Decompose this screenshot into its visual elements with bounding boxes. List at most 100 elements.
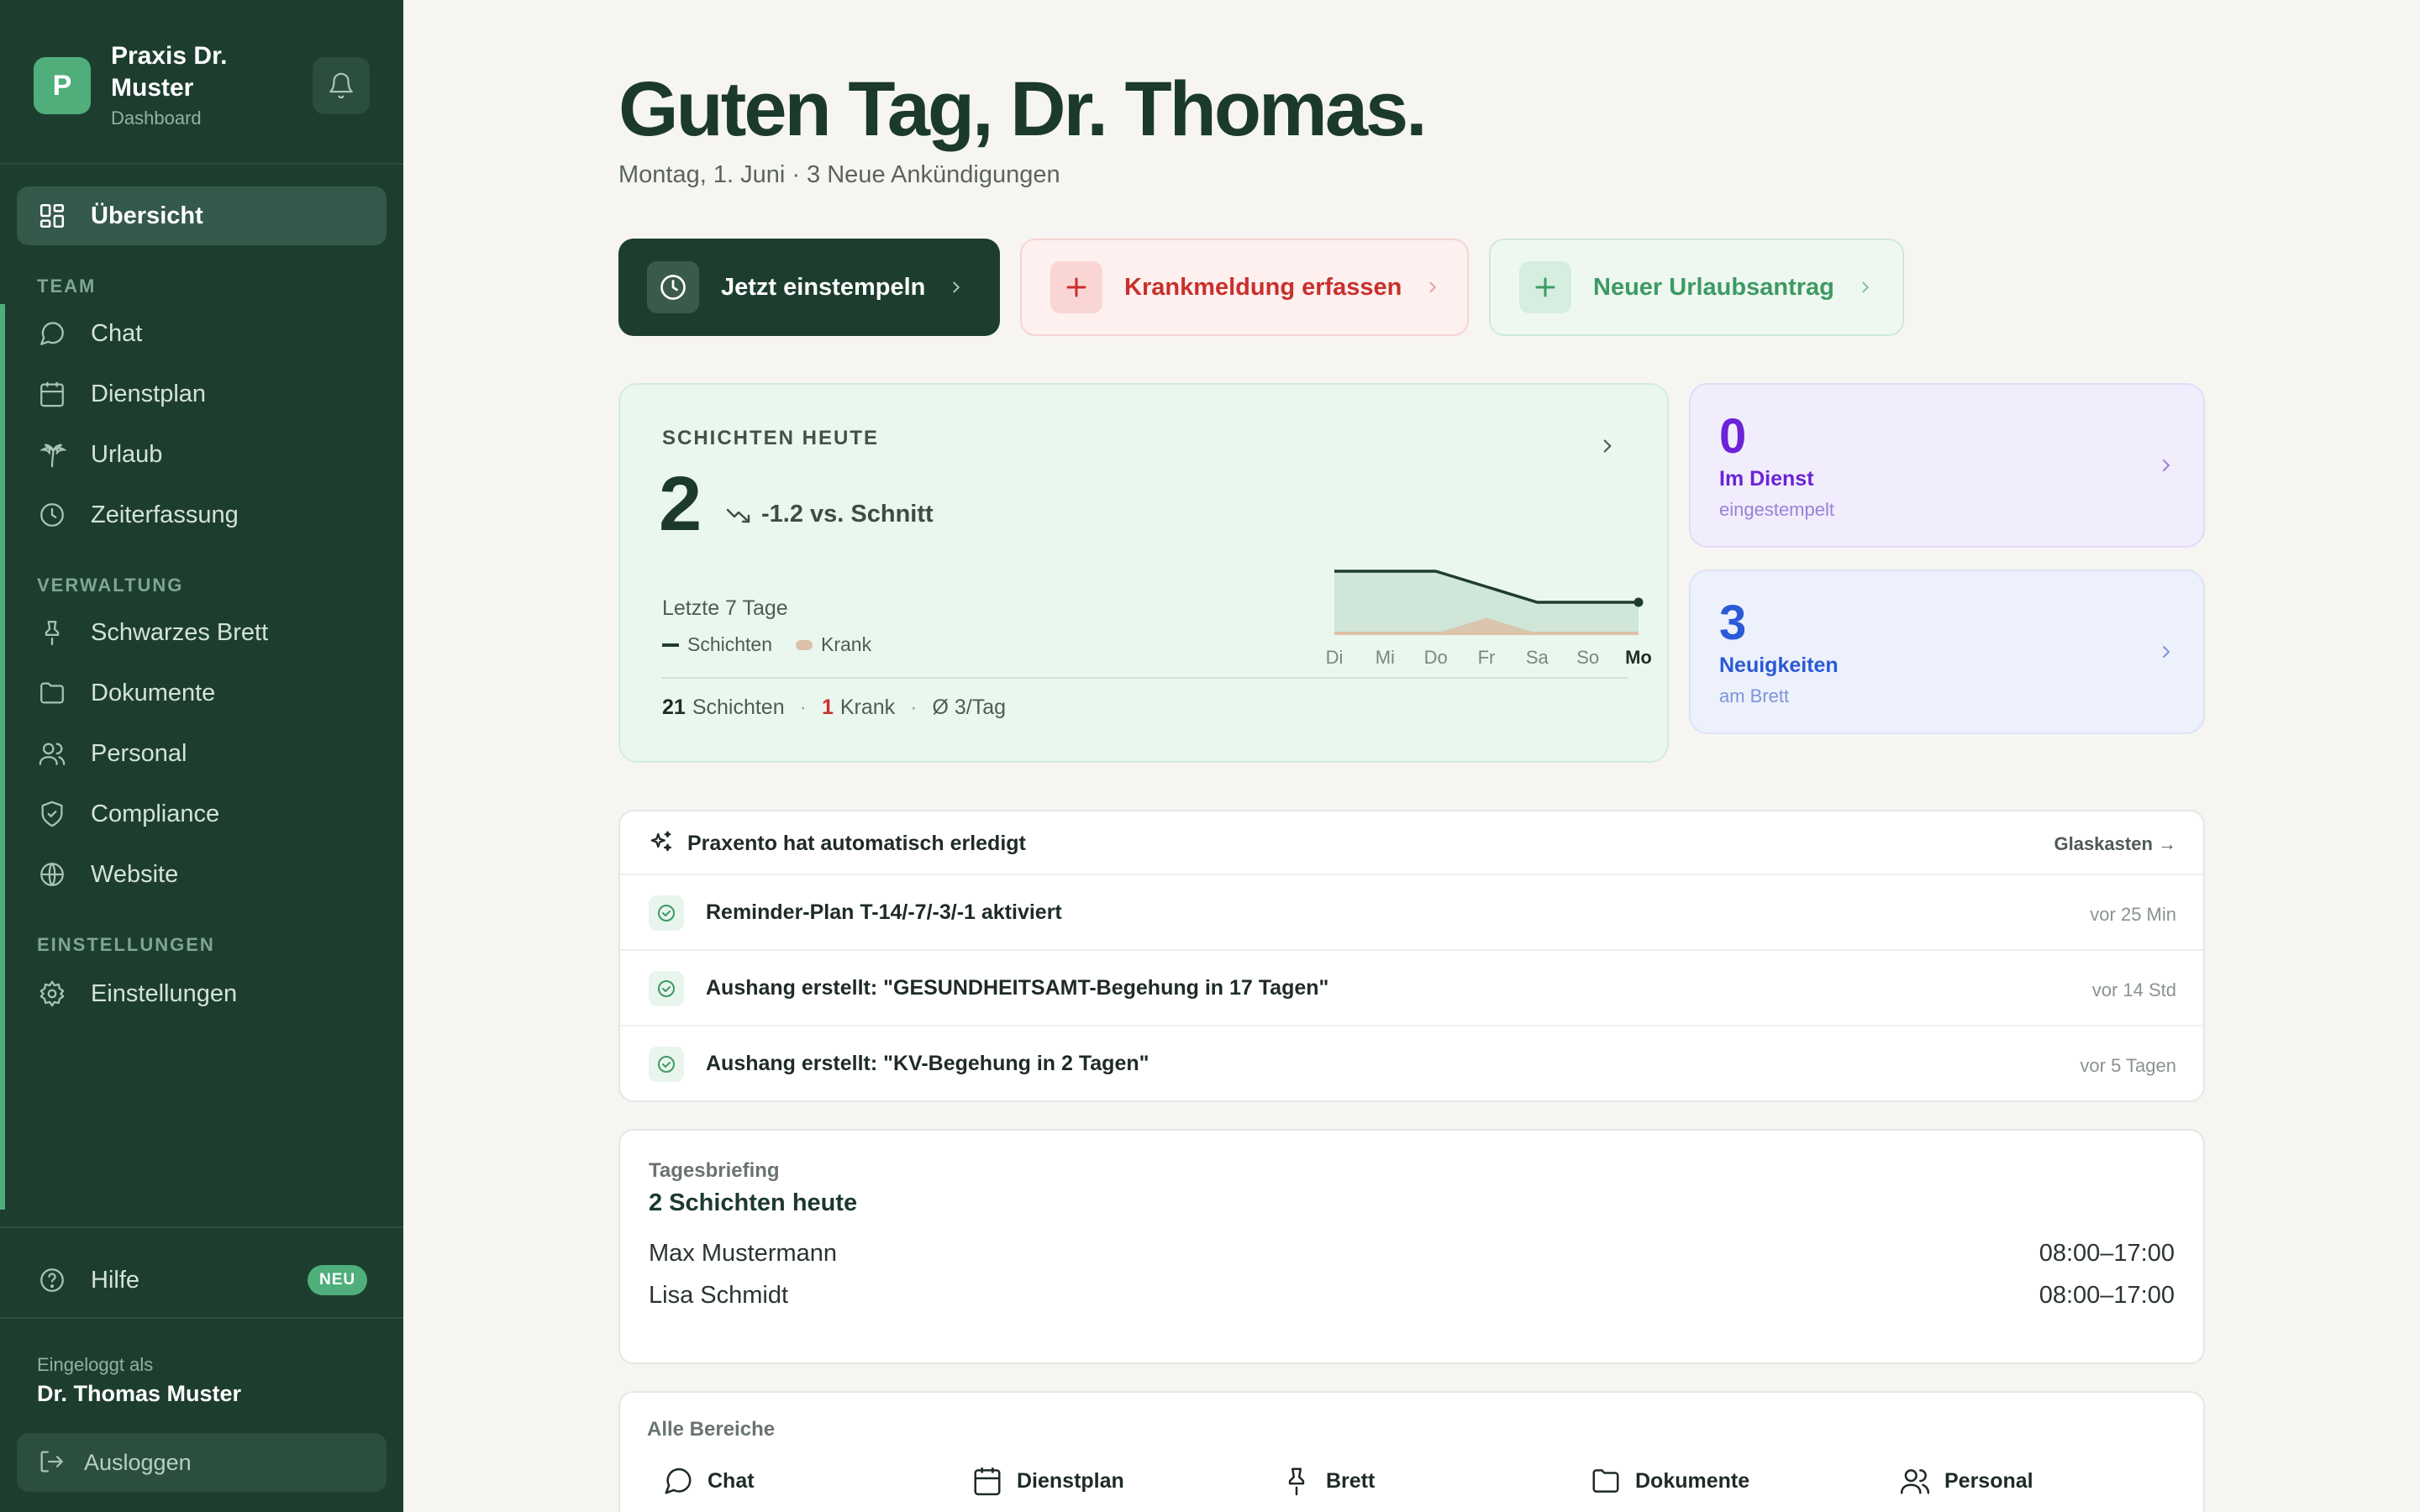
notifications-button[interactable] [313, 57, 370, 114]
areas-label: Alle Bereiche [647, 1418, 776, 1441]
automation-row[interactable]: Reminder-Plan T-14/-7/-3/-1 aktiviert vo… [620, 875, 2203, 951]
area-link-chat[interactable]: Chat [662, 1465, 755, 1497]
summary-shifts-count: 21 [662, 696, 686, 719]
sidebar-item-label: Urlaub [91, 440, 163, 468]
logged-in-label: Eingeloggt als [37, 1354, 154, 1375]
practice-subtitle: Dashboard [111, 108, 202, 129]
logout-button[interactable]: Ausloggen [17, 1433, 387, 1492]
briefing-title: 2 Schichten heute [649, 1189, 858, 1216]
x-tick-label: Sa [1526, 647, 1549, 668]
chat-bubble-icon [662, 1465, 708, 1497]
sidebar-item-uebersicht[interactable]: Übersicht [17, 186, 387, 245]
automation-row-time: vor 5 Tagen [2080, 1055, 2176, 1076]
area-label: Dokumente [1635, 1468, 1750, 1493]
summary-sick-label: Krank [839, 696, 896, 719]
check-circle-icon [649, 971, 684, 1006]
sidebar-item-urlaub[interactable]: Urlaub [17, 425, 387, 484]
automation-row-time: vor 14 Std [2091, 979, 2176, 1000]
clock-in-button[interactable]: Jetzt einstempeln [618, 239, 1000, 336]
legend-swatch-sick [796, 639, 813, 650]
automation-row[interactable]: Aushang erstellt: "GESUNDHEITSAMT-Begehu… [620, 951, 2203, 1026]
briefing-shift-row: Max Mustermann 08:00–17:00 [649, 1240, 2175, 1268]
sidebar-item-compliance[interactable]: Compliance [17, 785, 387, 843]
automation-row[interactable]: Aushang erstellt: "KV-Begehung in 2 Tage… [620, 1026, 2203, 1102]
logout-icon [37, 1447, 67, 1478]
news-count: 3 [1719, 596, 1747, 650]
sidebar-item-chat[interactable]: Chat [17, 304, 387, 363]
area-link-dokumente[interactable]: Dokumente [1590, 1465, 1749, 1497]
chart-legend: Schichten Krank [662, 633, 871, 656]
vacation-request-button[interactable]: Neuer Urlaubsantrag [1489, 239, 1904, 336]
x-tick-label: So [1576, 647, 1599, 668]
card-title: SCHICHTEN HEUTE [662, 427, 880, 449]
separator-dot: · [799, 696, 807, 719]
shifts-today-card[interactable]: SCHICHTEN HEUTE 2 -1.2 vs. Schnitt Letzt… [618, 383, 1669, 763]
staff-name: Lisa Schmidt [649, 1282, 789, 1309]
x-tick-label: Di [1326, 647, 1344, 668]
page-subtitle: Montag, 1. Juni · 3 Neue Ankündigungen [618, 161, 1060, 188]
sidebar-accent-bar [0, 304, 5, 1210]
section-label-verwaltung: VERWALTUNG [37, 575, 184, 596]
pin-icon [37, 617, 67, 648]
summary-shifts-label: Schichten [692, 696, 785, 719]
plus-icon [1519, 261, 1571, 313]
practice-name: Praxis Dr. Muster [111, 42, 228, 102]
sidebar-item-einstellungen[interactable]: Einstellungen [17, 964, 387, 1023]
sidebar-item-dienstplan[interactable]: Dienstplan [17, 365, 387, 423]
x-tick-label: Mi [1376, 647, 1395, 668]
new-badge: NEU [308, 1265, 368, 1295]
chevron-right-icon [947, 278, 965, 297]
glaskasten-link[interactable]: Glaskasten → [2054, 833, 2176, 855]
sidebar-item-label: Website [91, 860, 179, 888]
area-link-personal[interactable]: Personal [1899, 1465, 2033, 1497]
shield-check-icon [37, 799, 67, 829]
sidebar-item-zeiterfassung[interactable]: Zeiterfassung [17, 486, 387, 544]
trend-indicator: -1.2 vs. Schnitt [726, 501, 934, 528]
sick-note-label: Krankmeldung erfassen [1124, 273, 1402, 301]
summary-average: Ø 3/Tag [932, 696, 1007, 719]
section-label-team: TEAM [37, 276, 97, 297]
dashboard-grid-icon [37, 201, 67, 231]
shift-time: 08:00–17:00 [2039, 1282, 2175, 1309]
sidebar-item-schwarzes-brett[interactable]: Schwarzes Brett [17, 603, 387, 662]
area-label: Brett [1326, 1468, 1376, 1493]
period-label: Letzte 7 Tage [662, 596, 788, 620]
check-circle-icon [649, 895, 684, 931]
on-duty-card[interactable]: 0 Im Dienst eingestempelt [1689, 383, 2205, 548]
sidebar-item-website[interactable]: Website [17, 845, 387, 904]
help-circle-icon [37, 1265, 67, 1295]
area-link-dienstplan[interactable]: Dienstplan [971, 1465, 1124, 1497]
legend-label-shifts: Schichten [687, 633, 773, 655]
folder-icon [37, 678, 67, 708]
x-tick-label: Mo [1625, 647, 1652, 668]
area-label: Chat [708, 1468, 755, 1493]
shift-time: 08:00–17:00 [2039, 1240, 2175, 1267]
sidebar-item-label: Einstellungen [91, 979, 238, 1007]
x-tick-label: Do [1424, 647, 1448, 668]
sidebar-divider [0, 1226, 403, 1228]
clock-icon [37, 500, 67, 530]
briefing-shift-row: Lisa Schmidt 08:00–17:00 [649, 1282, 2175, 1310]
sidebar-item-label: Dienstplan [91, 380, 207, 407]
news-sublabel: am Brett [1719, 685, 1790, 706]
shifts-summary: 21 Schichten · 1 Krank · Ø 3/Tag [662, 696, 1006, 720]
sparkles-icon [649, 830, 674, 855]
sidebar-item-label: Hilfe [91, 1266, 140, 1294]
news-card[interactable]: 3 Neuigkeiten am Brett [1689, 570, 2205, 734]
users-icon [37, 738, 67, 769]
on-duty-sublabel: eingestempelt [1719, 499, 1834, 520]
sick-note-button[interactable]: Krankmeldung erfassen [1020, 239, 1469, 336]
page-title: Guten Tag, Dr. Thomas. [618, 66, 1428, 152]
chat-bubble-icon [37, 318, 67, 349]
chevron-right-icon [1423, 278, 1442, 297]
sidebar-header: P Praxis Dr. Muster Dashboard [0, 0, 403, 165]
chevron-right-icon [1597, 435, 1618, 457]
chevron-right-icon [2156, 642, 2176, 662]
on-duty-count: 0 [1719, 409, 1747, 464]
area-label: Dienstplan [1017, 1468, 1124, 1493]
sidebar-item-personal[interactable]: Personal [17, 724, 387, 783]
area-link-brett[interactable]: Brett [1281, 1465, 1375, 1497]
sidebar-item-dokumente[interactable]: Dokumente [17, 664, 387, 722]
daily-briefing-card: Tagesbriefing 2 Schichten heute Max Must… [618, 1129, 2205, 1364]
automation-row-time: vor 25 Min [2090, 904, 2176, 925]
